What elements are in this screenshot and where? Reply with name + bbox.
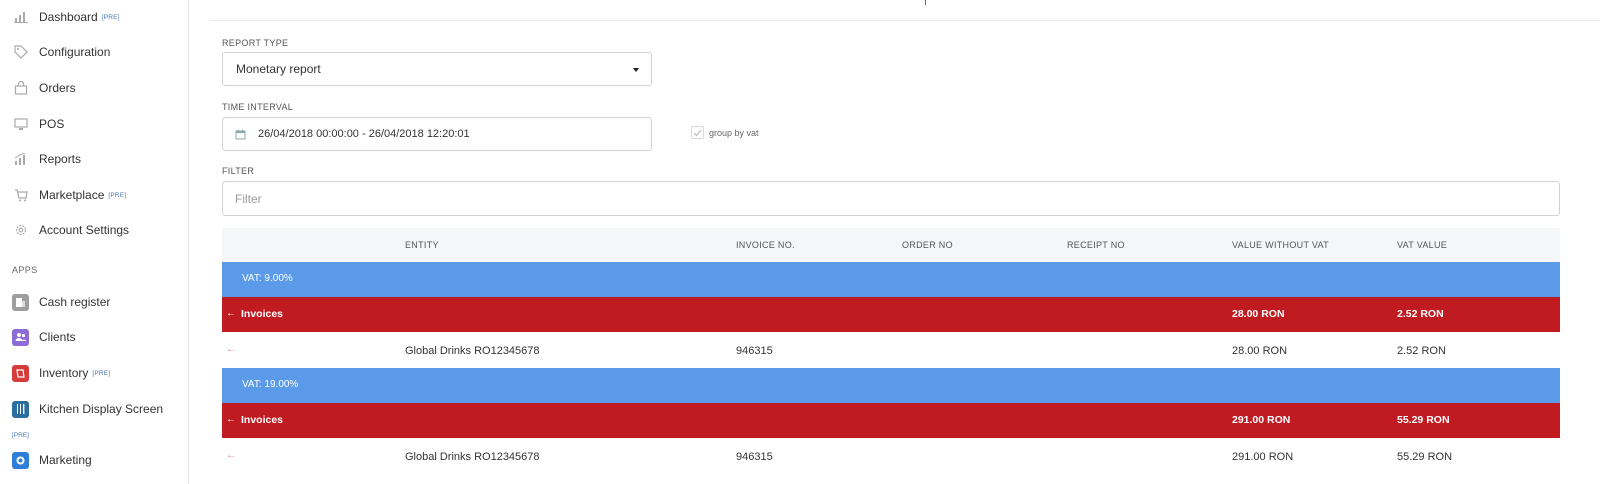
entity-cell: Global Drinks RO12345678 — [405, 451, 540, 463]
sidebar-item-label: Orders — [39, 81, 76, 95]
invoices-group-row[interactable]: ← Invoices 28.00 RON 2.52 RON — [222, 297, 1560, 332]
vat-group-label: VAT: 9.00% — [242, 273, 293, 284]
monitor-icon — [12, 116, 29, 133]
gear-icon — [12, 222, 29, 239]
pre-badge: [PRE] — [92, 369, 111, 377]
column-header-entity[interactable]: ENTITY — [405, 240, 439, 250]
column-header-receipt-no[interactable]: RECEIPT NO — [1067, 240, 1125, 250]
vat-group-row: VAT: 19.00% — [222, 368, 1560, 403]
reports-icon — [12, 151, 29, 168]
group-by-vat-toggle[interactable]: group by vat — [691, 126, 759, 139]
sidebar-item-label: Inventory — [39, 366, 89, 380]
time-interval-picker[interactable]: 26/04/2018 00:00:00 - 26/04/2018 12:20:0… — [222, 117, 652, 151]
sidebar-app-marketing[interactable]: Marketing — [12, 449, 92, 471]
sidebar-app-inventory[interactable]: Inventory [PRE] — [12, 362, 110, 384]
group-by-vat-label: group by vat — [709, 127, 759, 138]
arrow-left-icon[interactable]: ← — [226, 450, 236, 461]
column-header-value-without-vat[interactable]: VALUE WITHOUT VAT — [1232, 240, 1329, 250]
sidebar-item-reports[interactable]: Reports — [12, 148, 81, 170]
value-without-vat-cell: 28.00 RON — [1232, 345, 1288, 357]
sidebar-app-kitchen-display-screen[interactable]: Kitchen Display Screen — [12, 398, 163, 420]
time-interval-label: TIME INTERVAL — [222, 102, 294, 112]
table-row[interactable]: ← Global Drinks RO12345678 946315 28.00 … — [222, 333, 1560, 368]
apps-section-title: APPS — [12, 265, 38, 275]
table-header: ENTITY INVOICE NO. ORDER NO RECEIPT NO V… — [222, 228, 1560, 262]
sidebar-item-dashboard[interactable]: Dashboard [PRE] — [12, 6, 120, 28]
cart-icon — [12, 187, 29, 204]
report-type-select[interactable]: Monetary report — [222, 52, 652, 86]
sidebar-item-account-settings[interactable]: Account Settings — [12, 219, 129, 241]
sidebar-item-orders[interactable]: Orders — [12, 77, 76, 99]
column-header-vat-value[interactable]: VAT VALUE — [1397, 240, 1447, 250]
invoices-label: Invoices — [241, 414, 284, 426]
table-row[interactable]: ← Global Drinks RO12345678 946315 291.00… — [222, 439, 1560, 474]
pre-badge: [PRE] — [108, 191, 127, 199]
filter-input[interactable] — [235, 191, 1559, 206]
entity-cell: Global Drinks RO12345678 — [405, 345, 540, 357]
invoices-label: Invoices — [241, 308, 284, 320]
vat-group-label: VAT: 19.00% — [242, 379, 299, 390]
clients-icon — [12, 328, 29, 346]
main-content: REPORT TYPE Monetary report TIME INTERVA… — [210, 0, 1600, 484]
vat-value-cell: 2.52 RON — [1397, 345, 1446, 357]
invoices-group-row[interactable]: ← Invoices 291.00 RON 55.29 RON — [222, 403, 1560, 438]
time-interval-value: 26/04/2018 00:00:00 - 26/04/2018 12:20:0… — [258, 128, 470, 140]
invoices-value-without-vat: 291.00 RON — [1232, 414, 1291, 426]
sidebar-item-label: Marketplace — [39, 188, 105, 202]
sidebar-item-label: Configuration — [39, 45, 111, 59]
bar-chart-icon — [12, 9, 29, 26]
sidebar-item-label: Clients — [39, 330, 76, 344]
marketing-icon — [12, 451, 29, 469]
pre-badge: [PRE] — [101, 13, 120, 21]
bag-icon — [12, 80, 29, 97]
tag-icon — [12, 44, 29, 61]
arrow-left-icon[interactable]: ← — [226, 308, 236, 319]
top-divider-tick — [925, 0, 926, 5]
caret-down-icon — [633, 68, 639, 72]
group-by-vat-checkbox[interactable] — [691, 126, 704, 139]
kitchen-icon — [12, 400, 29, 418]
filter-box — [222, 181, 1560, 216]
sidebar-item-label: Account Settings — [39, 223, 130, 237]
arrow-left-icon[interactable]: ← — [226, 344, 236, 355]
filter-label: FILTER — [222, 166, 255, 176]
sidebar-item-label: Marketing — [39, 453, 92, 467]
sidebar-item-pos[interactable]: POS — [12, 113, 64, 135]
pre-badge: [PRE] — [12, 432, 29, 439]
invoices-value-without-vat: 28.00 RON — [1232, 308, 1285, 320]
sidebar-item-label: POS — [39, 117, 65, 131]
calendar-icon — [235, 129, 246, 140]
sidebar-item-label: Reports — [39, 152, 82, 166]
sidebar-item-label: Kitchen Display Screen — [39, 402, 164, 416]
sidebar-item-label: Dashboard — [39, 10, 98, 24]
sidebar-app-clients[interactable]: Clients — [12, 326, 76, 348]
value-without-vat-cell: 291.00 RON — [1232, 451, 1294, 463]
vat-value-cell: 55.29 RON — [1397, 451, 1453, 463]
invoice-no-cell: 946315 — [736, 345, 773, 357]
inventory-icon — [12, 364, 29, 382]
sidebar-item-configuration[interactable]: Configuration — [12, 41, 110, 63]
sidebar-item-marketplace[interactable]: Marketplace [PRE] — [12, 184, 126, 206]
arrow-left-icon[interactable]: ← — [226, 414, 236, 425]
sidebar-item-label: Cash register — [39, 295, 111, 309]
sidebar-app-cash-register[interactable]: Cash register — [12, 291, 110, 313]
cash-register-icon — [12, 293, 29, 311]
top-divider — [210, 20, 1600, 21]
invoice-no-cell: 946315 — [736, 451, 773, 463]
vat-group-row: VAT: 9.00% — [222, 262, 1560, 297]
column-header-order-no[interactable]: ORDER NO — [902, 240, 953, 250]
invoices-vat-value: 2.52 RON — [1397, 308, 1444, 320]
sidebar: Dashboard [PRE] Configuration Orders POS… — [0, 0, 189, 484]
column-header-invoice-no[interactable]: INVOICE NO. — [736, 240, 795, 250]
report-type-label: REPORT TYPE — [222, 38, 289, 48]
report-type-value: Monetary report — [236, 62, 321, 76]
invoices-vat-value: 55.29 RON — [1397, 414, 1450, 426]
